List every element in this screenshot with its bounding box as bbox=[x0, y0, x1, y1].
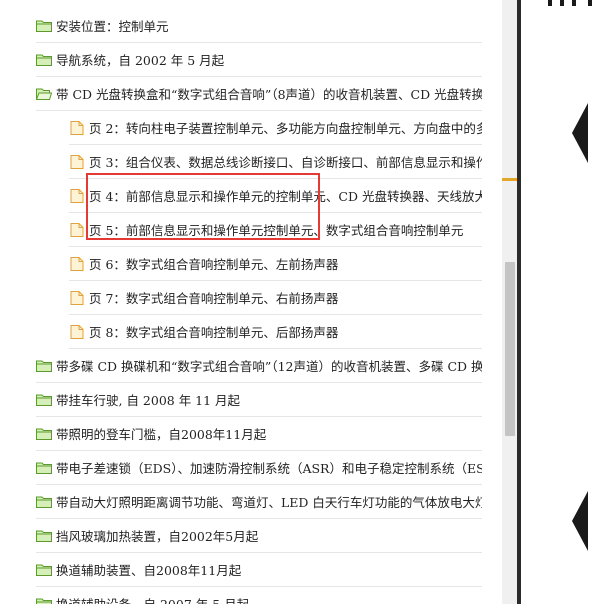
tree-item-label: 页 7：数字式组合音响控制单元、右前扬声器 bbox=[89, 291, 339, 306]
folder-icon bbox=[36, 564, 52, 576]
tree-folder-item[interactable]: 带挂车行驶, 自 2008 年 11 月起 bbox=[36, 383, 482, 417]
tree-item-label: 带自动大灯照明距离调节功能、弯道灯、LED 白天行车灯功能的气体放电大灯 bbox=[56, 495, 482, 510]
folder-icon bbox=[36, 20, 52, 32]
page-icon bbox=[70, 324, 84, 339]
tree-folder-item[interactable]: 挡风玻璃加热装置，自2002年5月起 bbox=[36, 519, 482, 553]
tree-page-item[interactable]: 页 6：数字式组合音响控制单元、左前扬声器 bbox=[69, 247, 482, 281]
tree-folder-item[interactable]: 带 CD 光盘转换盒和“数字式组合音响”（8声道）的收音机装置、CD 光盘转换盒 bbox=[36, 77, 482, 111]
tree-folder-item[interactable]: 带照明的登车门槛，自2008年11月起 bbox=[36, 417, 482, 451]
folder-icon bbox=[36, 462, 52, 474]
tree-folder-item[interactable]: 带多碟 CD 换碟机和“数字式组合音响”（12声道）的收音机装置、多碟 CD 换… bbox=[36, 349, 482, 383]
folder-icon bbox=[36, 54, 52, 66]
folder-icon bbox=[36, 428, 52, 440]
tree-folder-item[interactable]: 导航系统，自 2002 年 5 月起 bbox=[36, 43, 482, 77]
folder-icon bbox=[36, 394, 52, 406]
tree-folder-item[interactable]: 换道辅助设备，自 2007 年 5 月起 bbox=[36, 587, 482, 604]
tree-folder-item[interactable]: 带电子差速锁（EDS）、加速防滑控制系统（ASR）和电子稳定控制系统（ESP bbox=[36, 451, 482, 485]
tree-item-label: 页 8：数字式组合音响控制单元、后部扬声器 bbox=[89, 325, 339, 340]
tree-page-item[interactable]: 页 4：前部信息显示和操作单元的控制单元、CD 光盘转换器、天线放大器 bbox=[69, 179, 482, 213]
tree-scrollbar[interactable] bbox=[502, 0, 517, 604]
tree-folder-item[interactable]: 换道辅助装置、自2008年11月起 bbox=[36, 553, 482, 587]
folder-icon bbox=[36, 360, 52, 372]
page-icon bbox=[70, 188, 84, 203]
page-icon bbox=[70, 290, 84, 305]
app-window: 安装位置：控制单元导航系统，自 2002 年 5 月起带 CD 光盘转换盒和“数… bbox=[0, 0, 601, 604]
tree-item-label: 导航系统，自 2002 年 5 月起 bbox=[56, 53, 225, 68]
tree-item-label: 页 3：组合仪表、数据总线诊断接口、自诊断接口、前部信息显示和操作 bbox=[89, 155, 482, 170]
folder-icon bbox=[36, 598, 52, 604]
tree-item-label: 页 6：数字式组合音响控制单元、左前扬声器 bbox=[89, 257, 339, 272]
tree-item-label: 带电子差速锁（EDS）、加速防滑控制系统（ASR）和电子稳定控制系统（ESP bbox=[56, 461, 482, 476]
tree-page-item[interactable]: 页 8：数字式组合音响控制单元、后部扬声器 bbox=[69, 315, 482, 349]
tree-item-label: 安装位置：控制单元 bbox=[56, 19, 169, 34]
page-icon bbox=[70, 120, 84, 135]
page-icon bbox=[70, 222, 84, 237]
tree-folder-item[interactable]: 带自动大灯照明距离调节功能、弯道灯、LED 白天行车灯功能的气体放电大灯 bbox=[36, 485, 482, 519]
folder-icon bbox=[36, 530, 52, 542]
tree-item-label: 带照明的登车门槛，自2008年11月起 bbox=[56, 427, 267, 442]
tree-page-item[interactable]: 页 7：数字式组合音响控制单元、右前扬声器 bbox=[69, 281, 482, 315]
partial-glyph-icon bbox=[548, 0, 592, 6]
tree-item-label: 带挂车行驶, 自 2008 年 11 月起 bbox=[56, 393, 241, 408]
nav-next-arrow-icon[interactable] bbox=[572, 491, 588, 551]
scrollbar-thumb[interactable] bbox=[505, 262, 515, 436]
tree-folder-item[interactable]: 安装位置：控制单元 bbox=[36, 9, 482, 43]
tree-item-label: 换道辅助装置、自2008年11月起 bbox=[56, 563, 242, 578]
tree-item-label: 页 2：转向柱电子装置控制单元、多功能方向盘控制单元、方向盘中的多 bbox=[89, 121, 482, 136]
tree-item-label: 挡风玻璃加热装置，自2002年5月起 bbox=[56, 529, 259, 544]
nav-prev-arrow-icon[interactable] bbox=[572, 103, 588, 163]
tree-page-item[interactable]: 页 2：转向柱电子装置控制单元、多功能方向盘控制单元、方向盘中的多 bbox=[69, 111, 482, 145]
tree-page-item[interactable]: 页 3：组合仪表、数据总线诊断接口、自诊断接口、前部信息显示和操作 bbox=[69, 145, 482, 179]
tree-item-label: 换道辅助设备，自 2007 年 5 月起 bbox=[56, 594, 249, 604]
page-icon bbox=[70, 154, 84, 169]
document-tree: 安装位置：控制单元导航系统，自 2002 年 5 月起带 CD 光盘转换盒和“数… bbox=[0, 0, 502, 604]
tree-item-label: 带多碟 CD 换碟机和“数字式组合音响”（12声道）的收音机装置、多碟 CD 换… bbox=[56, 359, 482, 374]
tree-item-label: 页 5：前部信息显示和操作单元控制单元、数字式组合音响控制单元 bbox=[89, 223, 464, 238]
tree-page-item[interactable]: 页 5：前部信息显示和操作单元控制单元、数字式组合音响控制单元 bbox=[69, 213, 482, 247]
document-view-pane bbox=[521, 0, 601, 604]
folder-icon bbox=[36, 496, 52, 508]
folder-open-icon bbox=[36, 88, 52, 100]
page-icon bbox=[70, 256, 84, 271]
tree-item-label: 页 4：前部信息显示和操作单元的控制单元、CD 光盘转换器、天线放大器 bbox=[89, 189, 482, 204]
tree-item-label: 带 CD 光盘转换盒和“数字式组合音响”（8声道）的收音机装置、CD 光盘转换盒 bbox=[56, 87, 482, 102]
